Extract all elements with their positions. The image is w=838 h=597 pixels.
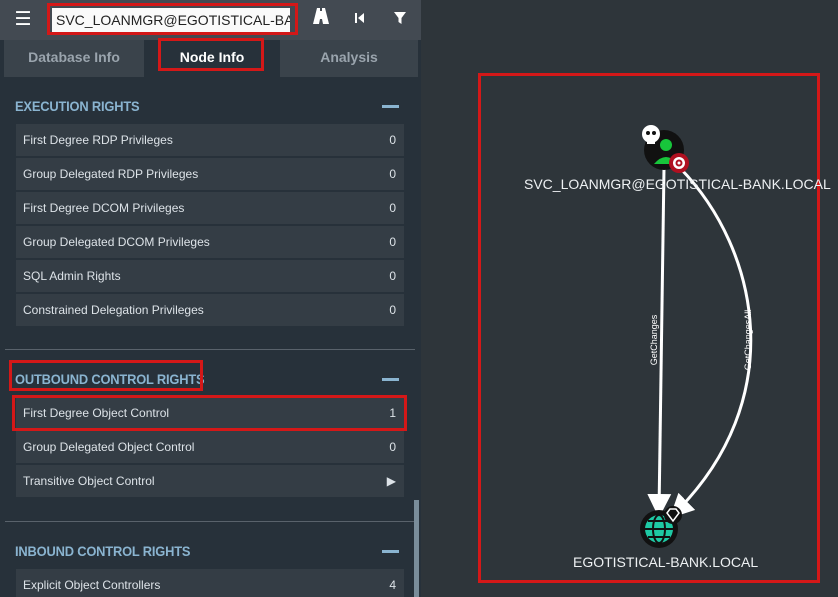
edge-getchangesall[interactable]	[669, 166, 753, 519]
target-icon	[669, 153, 689, 173]
graph-canvas[interactable]: GetChanges GetChangesAll	[0, 0, 838, 597]
edge-label-getchangesall: GetChangesAll	[743, 310, 753, 371]
user-node-label: SVC_LOANMGR@EGOTISTICAL-BANK.LOCAL	[524, 176, 831, 192]
diamond-icon	[664, 506, 682, 524]
edge-label-getchanges: GetChanges	[649, 314, 659, 365]
domain-node-label: EGOTISTICAL-BANK.LOCAL	[573, 554, 759, 570]
edge-getchanges[interactable]	[647, 167, 672, 518]
